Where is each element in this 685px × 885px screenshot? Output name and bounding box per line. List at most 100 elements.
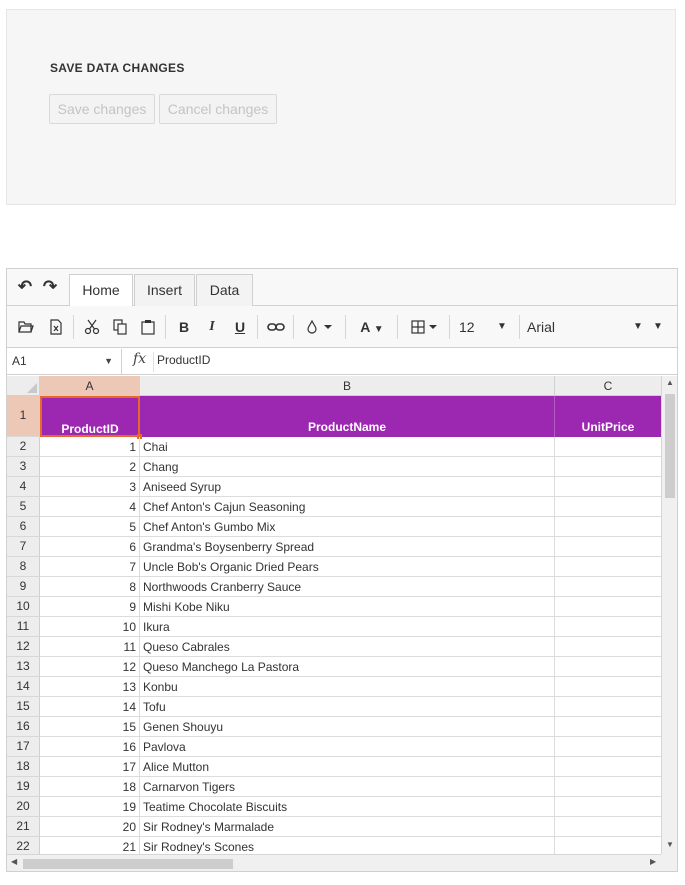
undo-icon[interactable]: ↶ xyxy=(15,277,35,297)
row-header[interactable]: 19 xyxy=(7,777,40,797)
cell-unit-price[interactable] xyxy=(555,477,662,497)
row-header[interactable]: 7 xyxy=(7,537,40,557)
vertical-scroll-thumb[interactable] xyxy=(665,394,675,498)
cell-product-name[interactable]: Carnarvon Tigers xyxy=(140,777,555,797)
copy-icon[interactable] xyxy=(109,316,131,338)
cell-product-name[interactable]: Chai xyxy=(140,437,555,457)
chevron-down-icon[interactable]: ▼ xyxy=(104,349,113,374)
hyperlink-icon[interactable] xyxy=(265,316,287,338)
cell-product-id[interactable]: 7 xyxy=(40,557,140,577)
row-header[interactable]: 21 xyxy=(7,817,40,837)
function-icon[interactable]: fx xyxy=(133,351,146,367)
bold-icon[interactable]: B xyxy=(173,316,195,338)
font-color-icon[interactable]: A ▼ xyxy=(355,316,389,338)
cancel-changes-button[interactable]: Cancel changes xyxy=(159,94,277,124)
borders-icon[interactable] xyxy=(407,316,443,338)
horizontal-scrollbar[interactable]: ◀ ▶ xyxy=(7,854,661,871)
cell-product-name[interactable]: Alice Mutton xyxy=(140,757,555,777)
row-header[interactable]: 4 xyxy=(7,477,40,497)
cell-product-name[interactable]: Northwoods Cranberry Sauce xyxy=(140,577,555,597)
cell-unit-price[interactable] xyxy=(555,797,662,817)
cell-product-id[interactable]: 9 xyxy=(40,597,140,617)
cell-unit-price[interactable] xyxy=(555,597,662,617)
cell-product-name[interactable]: Ikura xyxy=(140,617,555,637)
toolbar-overflow-icon[interactable]: ▼ xyxy=(651,316,665,338)
cell-product-id[interactable]: 6 xyxy=(40,537,140,557)
cell-unit-price[interactable] xyxy=(555,637,662,657)
font-family-select[interactable]: Arial ▼ xyxy=(527,316,645,338)
cell-product-name[interactable]: Genen Shouyu xyxy=(140,717,555,737)
cell-product-id[interactable]: 2 xyxy=(40,457,140,477)
cell-product-name[interactable]: Queso Manchego La Pastora xyxy=(140,657,555,677)
tab-data[interactable]: Data xyxy=(196,274,253,306)
cell-unit-price[interactable] xyxy=(555,777,662,797)
row-header[interactable]: 5 xyxy=(7,497,40,517)
vertical-scrollbar[interactable]: ▲ ▼ xyxy=(661,376,677,854)
cell-unit-price[interactable] xyxy=(555,697,662,717)
row-header[interactable]: 18 xyxy=(7,757,40,777)
cell-product-id[interactable]: 11 xyxy=(40,637,140,657)
cell-unit-price[interactable] xyxy=(555,817,662,837)
row-header[interactable]: 15 xyxy=(7,697,40,717)
row-header[interactable]: 17 xyxy=(7,737,40,757)
redo-icon[interactable]: ↷ xyxy=(40,277,60,297)
select-all-corner[interactable] xyxy=(7,376,40,396)
cell-product-name[interactable]: Konbu xyxy=(140,677,555,697)
scroll-up-icon[interactable]: ▲ xyxy=(662,378,677,387)
cell-product-name[interactable]: Pavlova xyxy=(140,737,555,757)
column-header-b[interactable]: B xyxy=(140,376,555,396)
cell-product-id[interactable]: 3 xyxy=(40,477,140,497)
row-header[interactable]: 16 xyxy=(7,717,40,737)
fill-color-icon[interactable] xyxy=(303,316,337,338)
cell-unit-price[interactable] xyxy=(555,517,662,537)
row-header[interactable]: 3 xyxy=(7,457,40,477)
cell-product-name[interactable]: Aniseed Syrup xyxy=(140,477,555,497)
cell-unit-price[interactable] xyxy=(555,617,662,637)
tab-home[interactable]: Home xyxy=(69,274,133,307)
underline-icon[interactable]: U xyxy=(229,316,251,338)
font-size-select[interactable]: 12 ▼ xyxy=(459,316,515,338)
paste-icon[interactable] xyxy=(137,316,159,338)
cell-b1[interactable]: ProductName xyxy=(140,396,555,437)
cell-product-id[interactable]: 16 xyxy=(40,737,140,757)
cell-unit-price[interactable] xyxy=(555,457,662,477)
cell-product-name[interactable]: Mishi Kobe Niku xyxy=(140,597,555,617)
column-header-c[interactable]: C xyxy=(555,376,662,396)
cell-product-id[interactable]: 19 xyxy=(40,797,140,817)
cell-unit-price[interactable] xyxy=(555,537,662,557)
row-header[interactable]: 8 xyxy=(7,557,40,577)
cell-unit-price[interactable] xyxy=(555,557,662,577)
row-header[interactable]: 13 xyxy=(7,657,40,677)
cell-product-name[interactable]: Teatime Chocolate Biscuits xyxy=(140,797,555,817)
column-header-a[interactable]: A xyxy=(40,376,140,396)
italic-icon[interactable]: I xyxy=(201,316,223,338)
cell-product-name[interactable]: Uncle Bob's Organic Dried Pears xyxy=(140,557,555,577)
cell-product-id[interactable]: 20 xyxy=(40,817,140,837)
cell-product-name[interactable]: Sir Rodney's Marmalade xyxy=(140,817,555,837)
row-header[interactable]: 20 xyxy=(7,797,40,817)
cell-product-name[interactable]: Chang xyxy=(140,457,555,477)
row-header[interactable]: 14 xyxy=(7,677,40,697)
cell-product-id[interactable]: 8 xyxy=(40,577,140,597)
row-header[interactable]: 2 xyxy=(7,437,40,457)
horizontal-scroll-thumb[interactable] xyxy=(23,859,233,869)
open-icon[interactable] xyxy=(15,316,37,338)
cell-a1[interactable]: ProductID xyxy=(40,396,140,437)
cell-product-name[interactable]: Chef Anton's Cajun Seasoning xyxy=(140,497,555,517)
row-header[interactable]: 1 xyxy=(7,396,40,437)
cut-icon[interactable] xyxy=(81,316,103,338)
cell-unit-price[interactable] xyxy=(555,497,662,517)
cell-c1[interactable]: UnitPrice xyxy=(555,396,662,437)
tab-insert[interactable]: Insert xyxy=(134,274,195,306)
cell-product-id[interactable]: 18 xyxy=(40,777,140,797)
cell-unit-price[interactable] xyxy=(555,437,662,457)
cell-unit-price[interactable] xyxy=(555,737,662,757)
cell-unit-price[interactable] xyxy=(555,757,662,777)
row-header[interactable]: 12 xyxy=(7,637,40,657)
cell-product-name[interactable]: Chef Anton's Gumbo Mix xyxy=(140,517,555,537)
scroll-left-icon[interactable]: ◀ xyxy=(11,857,17,866)
cell-unit-price[interactable] xyxy=(555,657,662,677)
cell-product-id[interactable]: 5 xyxy=(40,517,140,537)
row-header[interactable]: 11 xyxy=(7,617,40,637)
cell-product-name[interactable]: Grandma's Boysenberry Spread xyxy=(140,537,555,557)
